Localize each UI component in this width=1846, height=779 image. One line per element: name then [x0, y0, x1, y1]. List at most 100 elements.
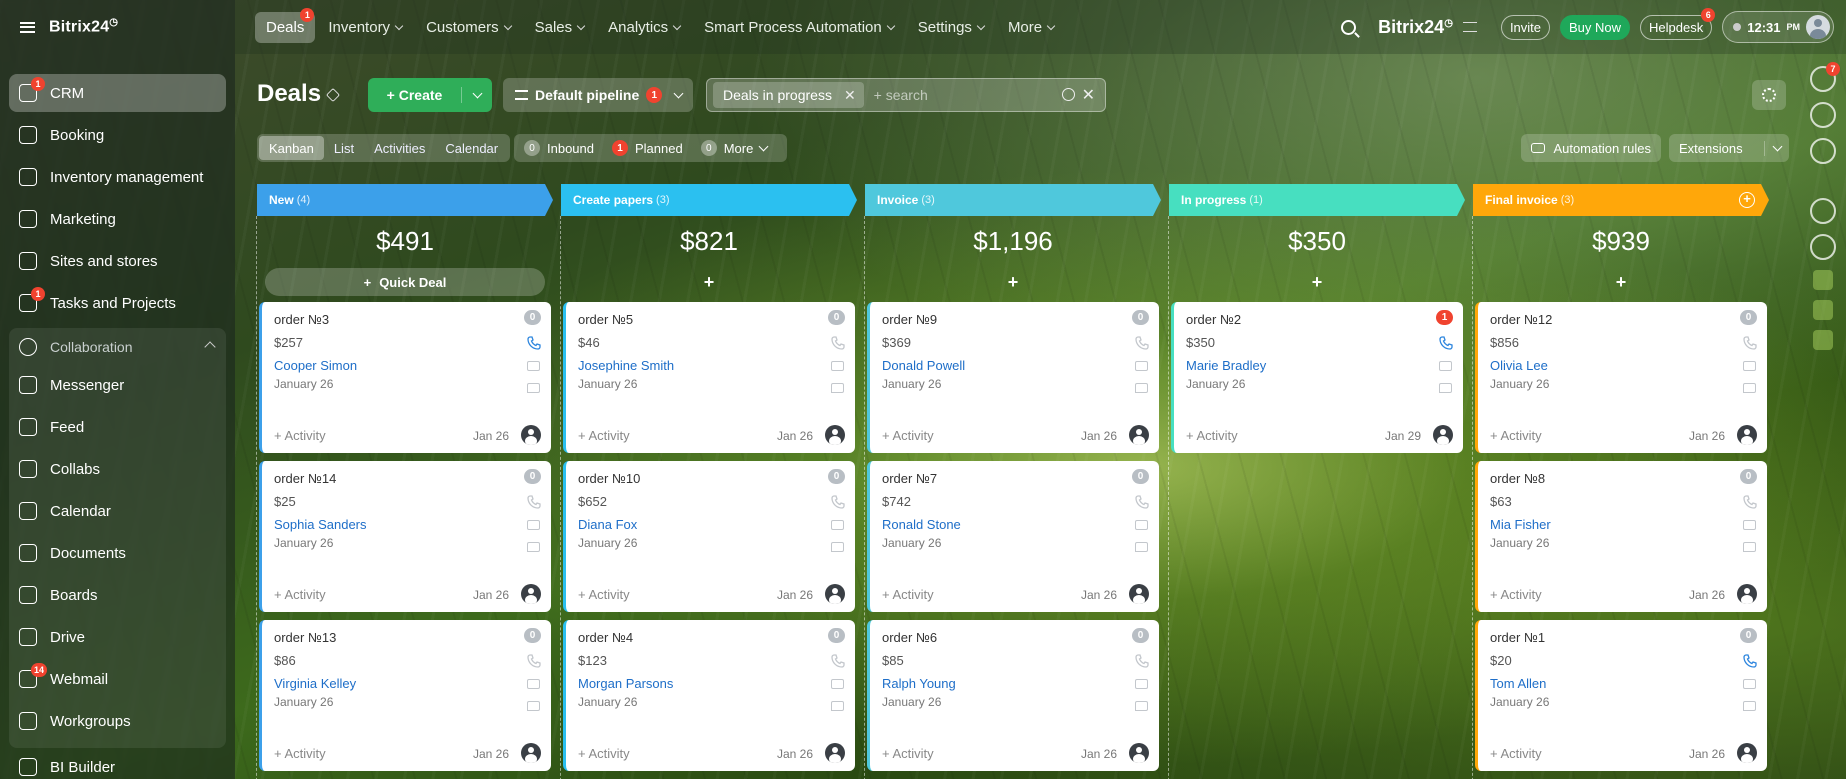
create-button[interactable]: + Create	[368, 78, 492, 112]
responsible-avatar[interactable]	[825, 425, 845, 445]
deal-title[interactable]: order №7	[882, 471, 1147, 486]
phone-icon[interactable]	[831, 336, 845, 350]
deal-title[interactable]: order №8	[1490, 471, 1755, 486]
chat-icon[interactable]	[527, 542, 540, 552]
bookmark-icon[interactable]	[1813, 330, 1833, 350]
mail-icon[interactable]	[1743, 361, 1756, 371]
deal-title[interactable]: order №5	[578, 312, 843, 327]
view-tab-activities[interactable]: Activities	[364, 136, 435, 160]
mail-icon[interactable]	[831, 520, 844, 530]
deal-client[interactable]: Marie Bradley	[1186, 358, 1451, 373]
deal-client[interactable]: Josephine Smith	[578, 358, 843, 373]
phone-icon[interactable]	[831, 654, 845, 668]
deal-card[interactable]: order №14 $25 Sophia Sanders January 26 0 + A…	[259, 461, 551, 612]
copilot-icon[interactable]	[1810, 102, 1836, 128]
counter-more[interactable]: 0 More	[700, 140, 769, 156]
sidebar-item-documents[interactable]: Documents	[9, 534, 226, 572]
column-header[interactable]: Final invoice (3) +	[1473, 184, 1769, 216]
top-menu-sales[interactable]: Sales	[524, 12, 596, 43]
mail-icon[interactable]	[1743, 679, 1756, 689]
deal-card[interactable]: order №6 $85 Ralph Young January 26 0 + Activ…	[867, 620, 1159, 771]
chat-icon[interactable]	[1135, 701, 1148, 711]
collaboration-group-header[interactable]: Collaboration	[9, 328, 226, 366]
mail-icon[interactable]	[1135, 361, 1148, 371]
deal-title[interactable]: order №4	[578, 630, 843, 645]
assistant-avatar-icon[interactable]	[1810, 234, 1836, 260]
pipeline-selector[interactable]: Default pipeline 1	[503, 78, 693, 112]
add-activity-button[interactable]: + Activity	[274, 587, 326, 602]
sidebar-item-workgroups[interactable]: Workgroups	[9, 702, 226, 740]
top-menu-deals[interactable]: Deals 1	[255, 7, 316, 43]
chat-search-icon[interactable]	[1810, 138, 1836, 164]
add-activity-button[interactable]: + Activity	[578, 746, 630, 761]
sidebar-item-messenger[interactable]: Messenger	[9, 366, 226, 404]
chat-widget-icon[interactable]	[1813, 300, 1833, 320]
add-activity-button[interactable]: + Activity	[882, 587, 934, 602]
deal-client[interactable]: Ralph Young	[882, 676, 1147, 691]
deal-title[interactable]: order №10	[578, 471, 843, 486]
tasks-widget-icon[interactable]	[1813, 270, 1833, 290]
sidebar-item-feed[interactable]: Feed	[9, 408, 226, 446]
mail-icon[interactable]	[1135, 520, 1148, 530]
phone-icon[interactable]	[1135, 495, 1149, 509]
add-activity-button[interactable]: + Activity	[1490, 587, 1542, 602]
phone-icon[interactable]	[1135, 654, 1149, 668]
phone-icon[interactable]	[527, 336, 541, 350]
sidebar-item-booking[interactable]: Booking	[9, 116, 226, 154]
responsible-avatar[interactable]	[521, 425, 541, 445]
deal-client[interactable]: Tom Allen	[1490, 676, 1755, 691]
deal-client[interactable]: Cooper Simon	[274, 358, 539, 373]
sidebar-item-sites-and-stores[interactable]: Sites and stores	[9, 242, 226, 280]
invite-button[interactable]: Invite	[1500, 14, 1551, 40]
menu-toggle-icon[interactable]	[20, 21, 35, 33]
add-stage-icon[interactable]: +	[1739, 192, 1755, 208]
deal-card[interactable]: order №2 $350 Marie Bradley January 26 1 + Ac…	[1171, 302, 1463, 453]
deal-card[interactable]: order №5 $46 Josephine Smith January 26 0 + A…	[563, 302, 855, 453]
work-time-button[interactable]: 12:31 PM	[1722, 11, 1834, 43]
chat-icon[interactable]	[1743, 542, 1756, 552]
counter-inbound[interactable]: 0 Inbound	[524, 140, 594, 156]
filter-search-box[interactable]: Deals in progress ✕ ✕	[706, 78, 1106, 112]
responsible-avatar[interactable]	[825, 743, 845, 763]
sidebar-item-webmail[interactable]: 14 Webmail	[9, 660, 226, 698]
responsible-avatar[interactable]	[521, 743, 541, 763]
sidebar-item-drive[interactable]: Drive	[9, 618, 226, 656]
notifications-icon[interactable]: 7	[1810, 62, 1840, 92]
deal-card[interactable]: order №10 $652 Diana Fox January 26 0 + Activ…	[563, 461, 855, 612]
quick-deal-button[interactable]: + Quick Deal	[265, 268, 545, 296]
responsible-avatar[interactable]	[1129, 584, 1149, 604]
sidebar-item-calendar[interactable]: Calendar	[9, 492, 226, 530]
create-dropdown-button[interactable]	[462, 88, 492, 99]
phone-icon[interactable]	[1743, 495, 1757, 509]
sidebar-item-marketing[interactable]: Marketing	[9, 200, 226, 238]
deal-title[interactable]: order №14	[274, 471, 539, 486]
sidebar-item-inventory-management[interactable]: Inventory management	[9, 158, 226, 196]
top-menu-more[interactable]: More	[997, 12, 1065, 43]
add-activity-button[interactable]: + Activity	[1186, 428, 1238, 443]
mail-icon[interactable]	[1743, 520, 1756, 530]
column-header[interactable]: Create papers (3)	[561, 184, 857, 216]
mail-icon[interactable]	[1135, 679, 1148, 689]
deal-title[interactable]: order №13	[274, 630, 539, 645]
column-header[interactable]: Invoice (3)	[865, 184, 1161, 216]
brand-logo[interactable]: Bitrix24◷	[49, 17, 118, 36]
chat-icon[interactable]	[831, 701, 844, 711]
phone-icon[interactable]	[527, 495, 541, 509]
view-tab-list[interactable]: List	[324, 136, 364, 160]
add-activity-button[interactable]: + Activity	[882, 428, 934, 443]
chat-icon[interactable]	[1439, 383, 1452, 393]
responsible-avatar[interactable]	[1433, 425, 1453, 445]
search-icon[interactable]	[1062, 88, 1075, 101]
deal-title[interactable]: order №6	[882, 630, 1147, 645]
add-deal-button[interactable]: +	[1177, 268, 1457, 296]
phone-icon[interactable]	[1743, 654, 1757, 668]
deal-title[interactable]: order №9	[882, 312, 1147, 327]
extensions-dropdown[interactable]	[1765, 141, 1789, 152]
deal-card[interactable]: order №1 $20 Tom Allen January 26 0 + Activit…	[1475, 620, 1767, 771]
header-brand[interactable]: Bitrix24◷	[1378, 17, 1453, 38]
deal-client[interactable]: Sophia Sanders	[274, 517, 539, 532]
column-header[interactable]: In progress (1)	[1169, 184, 1465, 216]
chat-icon[interactable]	[831, 542, 844, 552]
chat-icon[interactable]	[1135, 542, 1148, 552]
chevron-up-icon[interactable]	[204, 341, 216, 353]
